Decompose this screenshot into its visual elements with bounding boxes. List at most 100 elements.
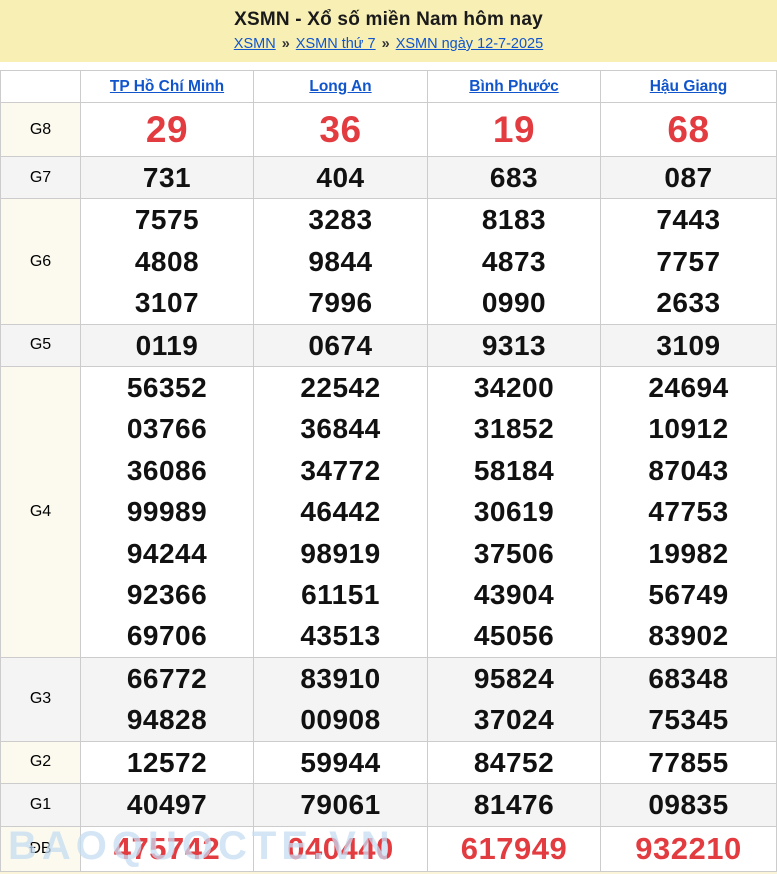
prize-value: 83910: [254, 658, 427, 699]
prize-label: G1: [1, 784, 81, 826]
prize-cell: 9582437024: [428, 657, 601, 741]
prize-value: 34200: [428, 367, 600, 408]
prize-value: 0119: [81, 325, 253, 366]
prize-value: 8183: [428, 199, 600, 240]
prize-cell: 24694109128704347753199825674983902: [601, 367, 777, 658]
prize-value: 99989: [81, 491, 253, 532]
prize-row-G6: G675754808310732839844799681834873099074…: [1, 199, 777, 324]
prize-value: 3107: [81, 282, 253, 323]
prize-value: 69706: [81, 615, 253, 656]
prize-value: 7575: [81, 199, 253, 240]
prize-cell: 79061: [254, 784, 428, 826]
prize-cell: 56352037663608699989942449236669706: [81, 367, 254, 658]
prize-value: 92366: [81, 574, 253, 615]
prize-cell: 757548083107: [81, 199, 254, 324]
prize-cell: 683: [428, 157, 601, 199]
prize-row-G7: G7731404683087: [1, 157, 777, 199]
prize-cell: 29: [81, 103, 254, 157]
breadcrumb-link-xsmn-thu-7[interactable]: XSMN thứ 7: [296, 36, 376, 52]
prize-value: 79061: [254, 784, 427, 825]
column-header-long-an: Long An: [254, 71, 428, 103]
prize-cell: 475742: [81, 826, 254, 871]
prize-row-G8: G829361968: [1, 103, 777, 157]
prize-cell: 6677294828: [81, 657, 254, 741]
prize-value: 22542: [254, 367, 427, 408]
prize-value: 03766: [81, 408, 253, 449]
prize-value: 00908: [254, 699, 427, 740]
prize-value: 56352: [81, 367, 253, 408]
prize-value: 29: [81, 103, 253, 156]
prize-value: 19: [428, 103, 600, 156]
prize-value: 3109: [601, 325, 776, 366]
prize-value: 36844: [254, 408, 427, 449]
province-link-hau-giang[interactable]: Hậu Giang: [650, 78, 728, 95]
prize-value: 475742: [81, 827, 253, 871]
prize-value: 37506: [428, 533, 600, 574]
breadcrumb-link-xsmn-ngay[interactable]: XSMN ngày 12-7-2025: [396, 36, 544, 52]
prize-value: 61151: [254, 574, 427, 615]
prize-value: 40497: [81, 784, 253, 825]
prize-cell: 09835: [601, 784, 777, 826]
prize-value: 404: [254, 157, 427, 198]
prize-cell: 36: [254, 103, 428, 157]
prize-value: 731: [81, 157, 253, 198]
prize-value: 87043: [601, 450, 776, 491]
prize-value: 75345: [601, 699, 776, 740]
prize-cell: 3109: [601, 324, 777, 366]
column-header-row: TP Hồ Chí Minh Long An Bình Phước Hậu Gi…: [1, 71, 777, 103]
province-link-long-an[interactable]: Long An: [309, 78, 371, 95]
prize-value: 95824: [428, 658, 600, 699]
prize-value: 09835: [601, 784, 776, 825]
prize-value: 43513: [254, 615, 427, 656]
prize-value: 087: [601, 157, 776, 198]
prize-value: 10912: [601, 408, 776, 449]
prize-value: 66772: [81, 658, 253, 699]
prize-cell: 328398447996: [254, 199, 428, 324]
prize-label: G2: [1, 741, 81, 783]
prize-cell: 19: [428, 103, 601, 157]
prize-cell: 744377572633: [601, 199, 777, 324]
prize-label: G6: [1, 199, 81, 324]
prize-value: 7757: [601, 241, 776, 282]
prize-cell: 59944: [254, 741, 428, 783]
prize-row-G4: G456352037663608699989942449236669706225…: [1, 367, 777, 658]
page-title: XSMN - Xổ số miền Nam hôm nay: [0, 9, 777, 31]
prize-value: 94244: [81, 533, 253, 574]
prize-value: 7443: [601, 199, 776, 240]
prize-cell: 9313: [428, 324, 601, 366]
prize-value: 46442: [254, 491, 427, 532]
prize-value: 24694: [601, 367, 776, 408]
prize-row-G5: G50119067493133109: [1, 324, 777, 366]
prize-value: 30619: [428, 491, 600, 532]
prize-cell: 731: [81, 157, 254, 199]
prize-value: 0990: [428, 282, 600, 323]
prize-value: 56749: [601, 574, 776, 615]
province-link-binh-phuoc[interactable]: Bình Phước: [469, 78, 558, 95]
prize-value: 58184: [428, 450, 600, 491]
prize-row-G3: G366772948288391000908958243702468348753…: [1, 657, 777, 741]
prize-value: 34772: [254, 450, 427, 491]
prize-value: 617949: [428, 827, 600, 871]
prize-value: 37024: [428, 699, 600, 740]
prize-value: 683: [428, 157, 600, 198]
prize-cell: 932210: [601, 826, 777, 871]
results-body: G829361968G7731404683087G675754808310732…: [1, 103, 777, 872]
prize-value: 7996: [254, 282, 427, 323]
results-table-head: TP Hồ Chí Minh Long An Bình Phước Hậu Gi…: [1, 71, 777, 103]
prize-cell: 818348730990: [428, 199, 601, 324]
prize-cell: 404: [254, 157, 428, 199]
prize-cell: 617949: [428, 826, 601, 871]
breadcrumb-link-xsmn[interactable]: XSMN: [234, 36, 276, 52]
prize-value: 98919: [254, 533, 427, 574]
prize-value: 45056: [428, 615, 600, 656]
province-link-tp-ho-chi-minh[interactable]: TP Hồ Chí Minh: [110, 78, 224, 95]
prize-value: 0674: [254, 325, 427, 366]
page-header: XSMN - Xổ số miền Nam hôm nay XSMN»XSMN …: [0, 0, 777, 62]
prize-cell: 087: [601, 157, 777, 199]
column-header-tp-ho-chi-minh: TP Hồ Chí Minh: [81, 71, 254, 103]
prize-value: 94828: [81, 699, 253, 740]
column-header-hau-giang: Hậu Giang: [601, 71, 777, 103]
prize-value: 36086: [81, 450, 253, 491]
results-table: TP Hồ Chí Minh Long An Bình Phước Hậu Gi…: [0, 70, 777, 872]
prize-cell: 0119: [81, 324, 254, 366]
